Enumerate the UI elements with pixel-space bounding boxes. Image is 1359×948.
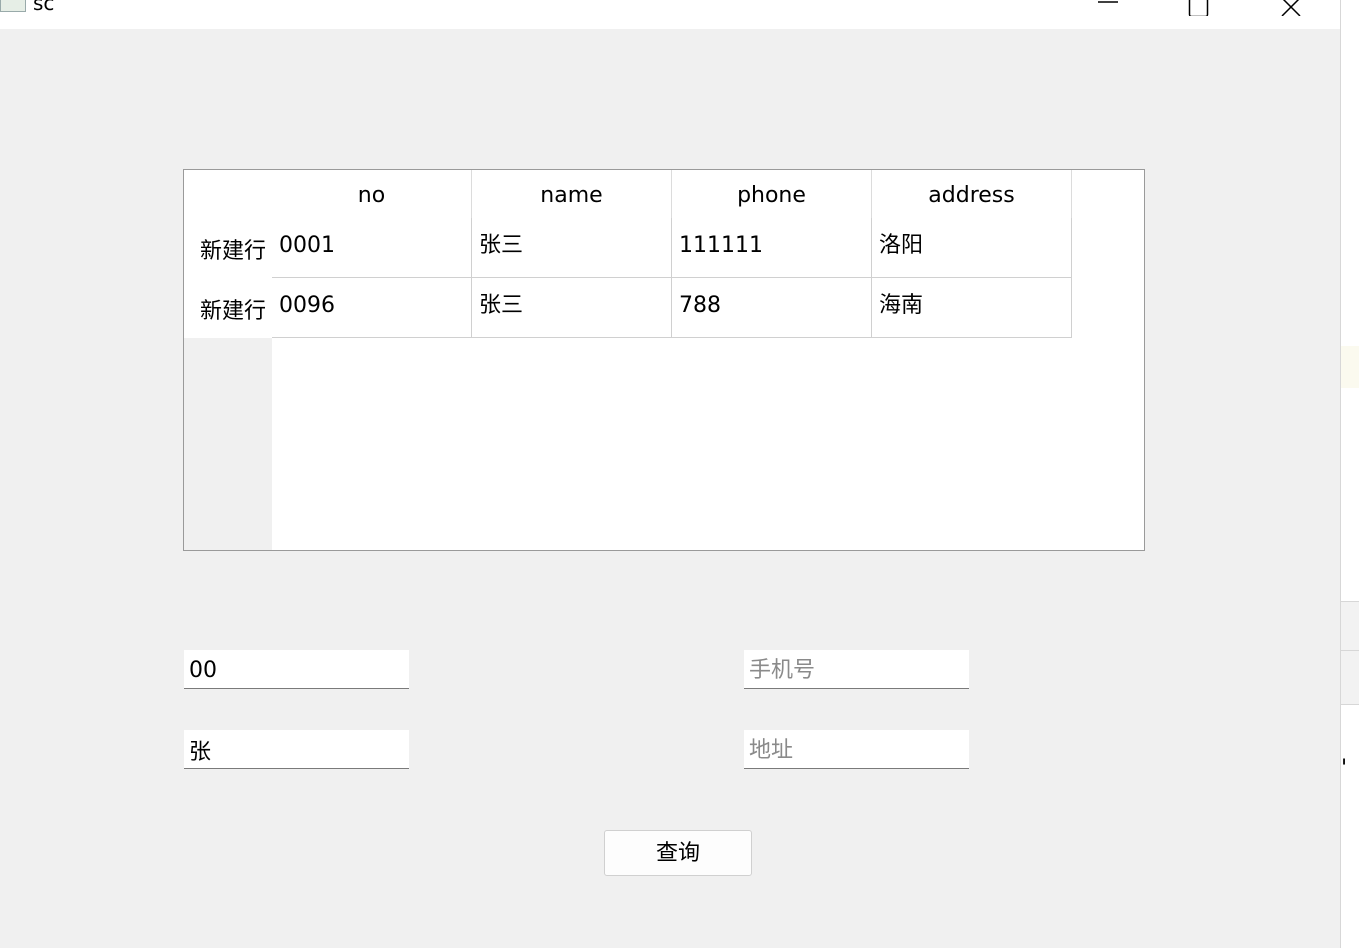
background-window-edge (1340, 0, 1359, 948)
background-panel (1341, 601, 1359, 705)
column-header-address[interactable]: address (872, 170, 1072, 218)
app-icon (0, 0, 26, 12)
minimize-button[interactable] (1085, 0, 1131, 16)
phone-input[interactable] (744, 650, 969, 689)
row-header-empty-area (184, 338, 272, 550)
minimize-icon (1098, 1, 1118, 3)
table-cell[interactable]: 788 (672, 278, 872, 338)
table-cell[interactable]: 海南 (872, 278, 1072, 338)
address-input[interactable] (744, 730, 969, 769)
table-cell[interactable]: 洛阳 (872, 218, 1072, 278)
close-button[interactable] (1269, 0, 1315, 16)
column-header-no[interactable]: no (272, 170, 472, 218)
table-cell[interactable]: 0001 (272, 218, 472, 278)
row-header-column: 新建行 新建行 (184, 218, 272, 550)
row-header[interactable]: 新建行 (184, 218, 272, 278)
name-input[interactable] (184, 730, 409, 769)
no-input[interactable] (184, 650, 409, 689)
app-window: sc no name phone address 新建行 新建行 0001 张三… (0, 0, 1340, 948)
maximize-icon (1188, 0, 1209, 16)
close-icon (1281, 0, 1301, 16)
window-title: sc (33, 0, 55, 15)
background-divider (1341, 650, 1359, 651)
background-highlight (1341, 346, 1359, 388)
query-button[interactable]: 查询 (604, 830, 752, 876)
table-cell[interactable]: 张三 (472, 278, 672, 338)
data-table[interactable]: no name phone address 新建行 新建行 0001 张三 11… (183, 169, 1145, 551)
table-corner (184, 170, 272, 218)
title-bar: sc (0, 0, 1340, 29)
column-header-name[interactable]: name (472, 170, 672, 218)
column-header-phone[interactable]: phone (672, 170, 872, 218)
background-text: ' (1341, 756, 1348, 781)
maximize-button[interactable] (1176, 0, 1222, 16)
table-cell[interactable]: 111111 (672, 218, 872, 278)
table-cell[interactable]: 张三 (472, 218, 672, 278)
table-cell[interactable]: 0096 (272, 278, 472, 338)
row-header[interactable]: 新建行 (184, 278, 272, 338)
